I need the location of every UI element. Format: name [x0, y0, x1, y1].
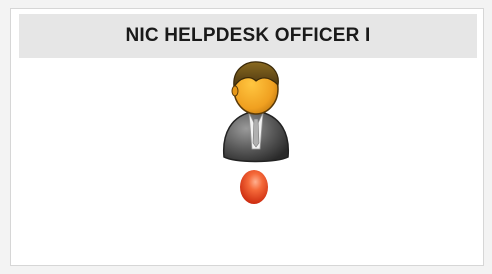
- card-title: NIC HELPDESK OFFICER I: [125, 25, 371, 46]
- status-red-dot-icon: [240, 170, 268, 204]
- user-card: NIC HELPDESK OFFICER I: [10, 8, 484, 266]
- card-header: NIC HELPDESK OFFICER I: [19, 14, 477, 58]
- user-officer-icon: [222, 61, 290, 163]
